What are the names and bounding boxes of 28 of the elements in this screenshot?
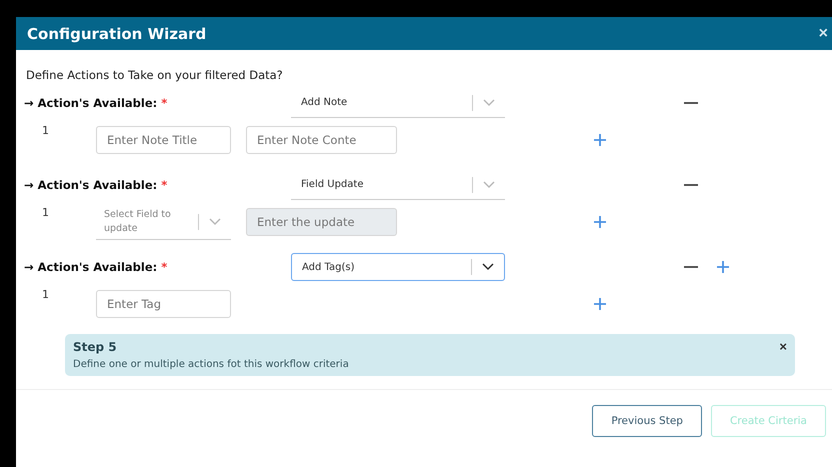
close-button[interactable]: × <box>818 24 828 42</box>
text-field[interactable]: Enter Tag <box>96 290 231 318</box>
row-number: 1 <box>41 206 50 219</box>
window-title: Configuration Wizard <box>27 24 206 42</box>
action-label: → Action's Available: * <box>24 260 168 274</box>
plus-icon[interactable] <box>593 215 607 229</box>
text-field[interactable]: Enter Note Title <box>96 126 231 154</box>
question-text: Define Actions to Take on your filtered Data? <box>26 68 284 82</box>
action-select[interactable]: Add Tag(s) <box>291 253 505 281</box>
action-select[interactable]: Add Note <box>291 88 505 118</box>
chevron-down-icon <box>483 98 495 106</box>
row-number: 1 <box>41 288 50 301</box>
text-field[interactable]: Enter Note Conte <box>246 126 397 154</box>
row-number: 1 <box>41 124 50 137</box>
plus-icon[interactable] <box>593 133 607 147</box>
chevron-down-icon <box>483 180 495 188</box>
action-label: → Action's Available: * <box>24 96 168 110</box>
chevron-down-icon <box>482 263 494 271</box>
action-select[interactable]: Field Update <box>291 170 505 200</box>
alert-title: Step 5 <box>73 340 118 354</box>
action-label: → Action's Available: * <box>24 178 168 192</box>
chevron-down-icon <box>209 218 221 226</box>
add-action-icon[interactable] <box>716 260 730 274</box>
field-select[interactable]: Select Field to update <box>96 204 231 240</box>
footer-button[interactable]: Previous Step <box>592 405 702 437</box>
alert-text: Define one or multiple actions fot this workflow criteria <box>73 359 349 370</box>
plus-icon[interactable] <box>593 297 607 311</box>
close-button[interactable]: × <box>779 340 787 354</box>
